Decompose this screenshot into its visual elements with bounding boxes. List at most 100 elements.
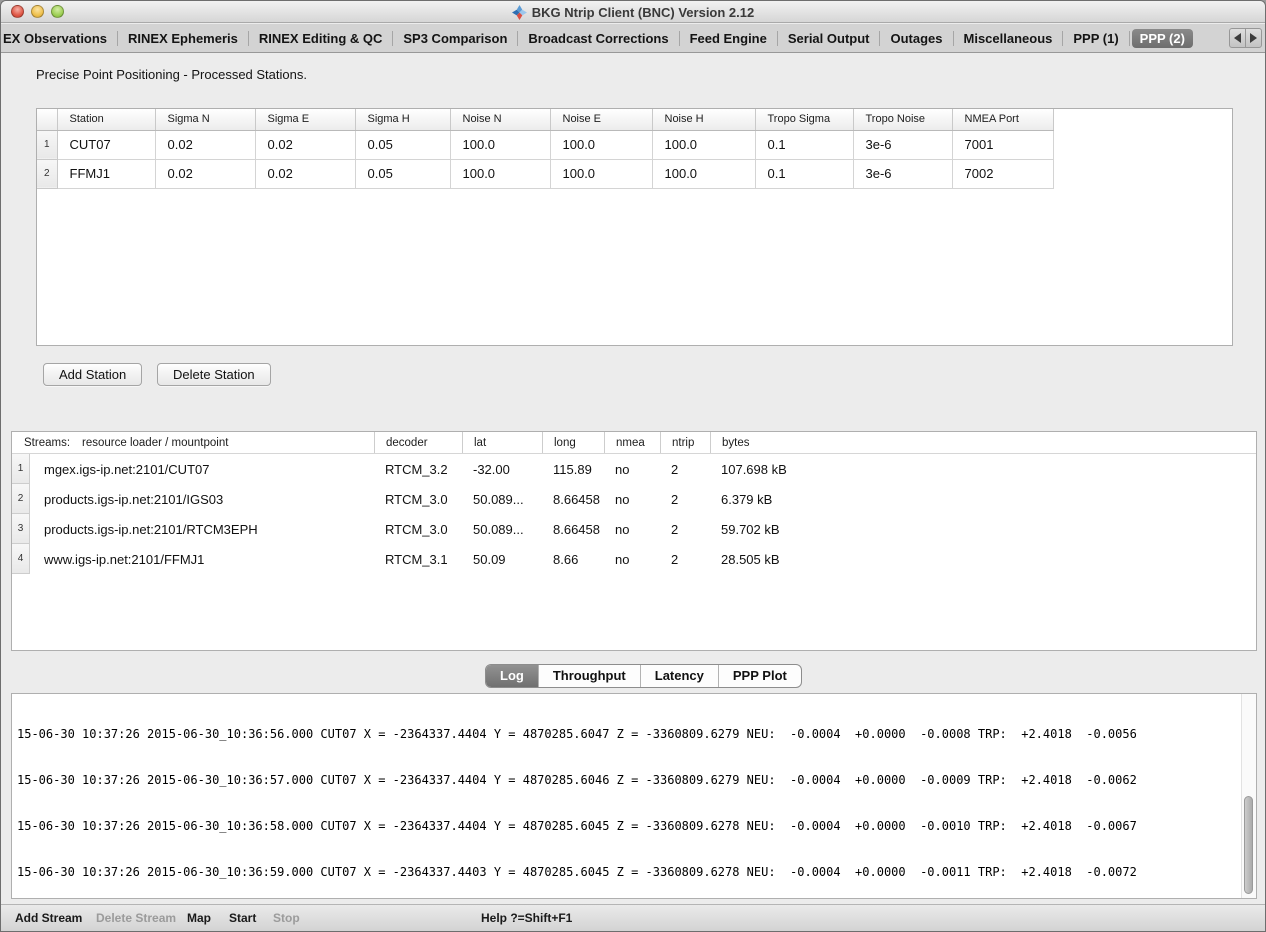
column-header-tropo-sigma[interactable]: Tropo Sigma: [755, 109, 853, 130]
close-window-button[interactable]: [11, 5, 24, 18]
tab-separator: [679, 31, 680, 46]
add-station-button[interactable]: Add Station: [43, 363, 142, 386]
zoom-window-button[interactable]: [51, 5, 64, 18]
nmea-port-cell[interactable]: 7001: [952, 130, 1053, 159]
noise-e-cell[interactable]: 100.0: [550, 159, 652, 188]
sigma-h-cell[interactable]: 0.05: [355, 159, 450, 188]
noise-e-cell[interactable]: 100.0: [550, 130, 652, 159]
decoder-cell: RTCM_3.1: [374, 544, 462, 574]
delete-station-button[interactable]: Delete Station: [157, 363, 271, 386]
tab-latency[interactable]: Latency: [640, 665, 718, 687]
stream-row-igs03[interactable]: 2 products.igs-ip.net:2101/IGS03 RTCM_3.…: [12, 484, 1256, 514]
tab-log[interactable]: Log: [486, 665, 538, 687]
station-row-cut07[interactable]: 1 CUT07 0.02 0.02 0.05 100.0 100.0 100.0…: [37, 130, 1053, 159]
lat-cell: 50.09: [462, 544, 542, 574]
log-line: 15-06-30 10:37:26 2015-06-30_10:36:57.00…: [17, 773, 1239, 788]
sigma-e-cell[interactable]: 0.02: [255, 130, 355, 159]
column-header-ntrip[interactable]: ntrip: [660, 432, 710, 453]
tab-scroll-right-button[interactable]: [1245, 28, 1262, 48]
station-row-ffmj1[interactable]: 2 FFMJ1 0.02 0.02 0.05 100.0 100.0 100.0…: [37, 159, 1053, 188]
tab-ppp-1[interactable]: PPP (1): [1065, 29, 1126, 48]
stations-corner-header: [37, 109, 57, 130]
tab-outages[interactable]: Outages: [882, 29, 950, 48]
column-header-noise-h[interactable]: Noise H: [652, 109, 755, 130]
bottom-action-bar: Add Stream Delete Stream Map Start Stop …: [1, 904, 1265, 931]
column-header-nmea[interactable]: nmea: [604, 432, 660, 453]
row-number: 2: [12, 484, 30, 514]
tropo-noise-cell[interactable]: 3e-6: [853, 159, 952, 188]
tab-separator: [777, 31, 778, 46]
tab-broadcast-corrections[interactable]: Broadcast Corrections: [520, 29, 676, 48]
column-header-sigma-n[interactable]: Sigma N: [155, 109, 255, 130]
tropo-sigma-cell[interactable]: 0.1: [755, 159, 853, 188]
tropo-noise-cell[interactable]: 3e-6: [853, 130, 952, 159]
window-controls: [11, 5, 64, 18]
mountpoint-cell: www.igs-ip.net:2101/FFMJ1: [30, 544, 374, 574]
row-number: 3: [12, 514, 30, 544]
tab-miscellaneous[interactable]: Miscellaneous: [956, 29, 1061, 48]
column-header-decoder[interactable]: decoder: [374, 432, 462, 453]
stream-row-rtcm3eph[interactable]: 3 products.igs-ip.net:2101/RTCM3EPH RTCM…: [12, 514, 1256, 544]
column-header-station[interactable]: Station: [57, 109, 155, 130]
decoder-cell: RTCM_3.0: [374, 484, 462, 514]
tab-throughput[interactable]: Throughput: [538, 665, 640, 687]
window-title: BKG Ntrip Client (BNC) Version 2.12: [532, 5, 754, 20]
sigma-n-cell[interactable]: 0.02: [155, 159, 255, 188]
log-scrollbar-thumb[interactable]: [1244, 796, 1253, 894]
column-header-tropo-noise[interactable]: Tropo Noise: [853, 109, 952, 130]
bnc-window: BKG Ntrip Client (BNC) Version 2.12 EX O…: [0, 0, 1266, 932]
stream-row-cut07[interactable]: 1 mgex.igs-ip.net:2101/CUT07 RTCM_3.2 -3…: [12, 454, 1256, 484]
row-number: 1: [37, 130, 57, 159]
column-header-long[interactable]: long: [542, 432, 604, 453]
column-header-bytes[interactable]: bytes: [710, 432, 802, 453]
nmea-port-cell[interactable]: 7002: [952, 159, 1053, 188]
add-stream-button[interactable]: Add Stream: [15, 905, 82, 931]
noise-h-cell[interactable]: 100.0: [652, 159, 755, 188]
column-header-noise-n[interactable]: Noise N: [450, 109, 550, 130]
station-cell[interactable]: FFMJ1: [57, 159, 155, 188]
log-scrollbar-track[interactable]: [1241, 694, 1256, 898]
log-line: 15-06-30 10:37:26 2015-06-30_10:36:56.00…: [17, 727, 1239, 742]
sigma-n-cell[interactable]: 0.02: [155, 130, 255, 159]
column-header-lat[interactable]: lat: [462, 432, 542, 453]
noise-h-cell[interactable]: 100.0: [652, 130, 755, 159]
bytes-cell: 6.379 kB: [710, 484, 802, 514]
log-output-area[interactable]: 15-06-30 10:37:26 2015-06-30_10:36:56.00…: [11, 693, 1257, 899]
noise-n-cell[interactable]: 100.0: [450, 159, 550, 188]
tab-sp3-comparison[interactable]: SP3 Comparison: [395, 29, 515, 48]
mountpoint-cell: mgex.igs-ip.net:2101/CUT07: [30, 454, 374, 484]
start-button[interactable]: Start: [229, 905, 256, 931]
station-cell[interactable]: CUT07: [57, 130, 155, 159]
tab-rinex-observations[interactable]: EX Observations: [1, 29, 115, 48]
tab-rinex-editing-qc[interactable]: RINEX Editing & QC: [251, 29, 391, 48]
stream-row-ffmj1[interactable]: 4 www.igs-ip.net:2101/FFMJ1 RTCM_3.1 50.…: [12, 544, 1256, 574]
column-header-sigma-e[interactable]: Sigma E: [255, 109, 355, 130]
help-shortcut-label[interactable]: Help ?=Shift+F1: [481, 905, 572, 931]
mountpoint-cell: products.igs-ip.net:2101/IGS03: [30, 484, 374, 514]
row-number: 1: [12, 454, 30, 484]
tab-rinex-ephemeris[interactable]: RINEX Ephemeris: [120, 29, 246, 48]
map-button[interactable]: Map: [187, 905, 211, 931]
log-line: 15-06-30 10:37:26 2015-06-30_10:36:58.00…: [17, 819, 1239, 834]
tab-feed-engine[interactable]: Feed Engine: [682, 29, 775, 48]
tab-scroll-left-button[interactable]: [1229, 28, 1246, 48]
column-header-noise-e[interactable]: Noise E: [550, 109, 652, 130]
column-header-mountpoint[interactable]: Streams: resource loader / mountpoint: [12, 432, 374, 453]
stations-table: Station Sigma N Sigma E Sigma H Noise N …: [37, 109, 1054, 189]
minimize-window-button[interactable]: [31, 5, 44, 18]
log-line: 15-06-30 10:37:26 2015-06-30_10:36:59.00…: [17, 865, 1239, 880]
tab-ppp-plot[interactable]: PPP Plot: [718, 665, 801, 687]
noise-n-cell[interactable]: 100.0: [450, 130, 550, 159]
column-header-sigma-h[interactable]: Sigma H: [355, 109, 450, 130]
sigma-h-cell[interactable]: 0.05: [355, 130, 450, 159]
tab-separator: [879, 31, 880, 46]
ntrip-cell: 2: [660, 484, 710, 514]
column-header-nmea-port[interactable]: NMEA Port: [952, 109, 1053, 130]
long-cell: 8.66458: [542, 484, 604, 514]
streams-label: Streams:: [24, 437, 70, 449]
tropo-sigma-cell[interactable]: 0.1: [755, 130, 853, 159]
tab-serial-output[interactable]: Serial Output: [780, 29, 878, 48]
tab-ppp-2[interactable]: PPP (2): [1132, 29, 1193, 48]
title-bar: BKG Ntrip Client (BNC) Version 2.12: [1, 1, 1265, 23]
sigma-e-cell[interactable]: 0.02: [255, 159, 355, 188]
